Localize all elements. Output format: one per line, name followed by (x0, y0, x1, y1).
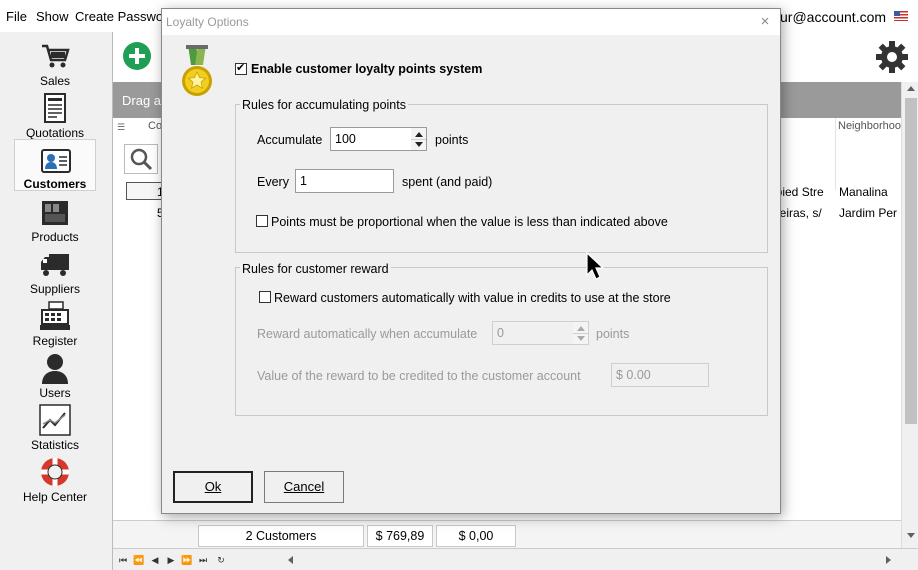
cash-register-icon (40, 301, 70, 330)
sidebar-item-users[interactable]: Users (14, 352, 96, 404)
customer-count: 2 Customers (198, 525, 364, 547)
prev-record-button[interactable]: ◀ (147, 553, 163, 567)
search-filter-button[interactable] (124, 144, 158, 174)
cancel-button[interactable]: Cancel (264, 471, 344, 503)
spin-down-arrow-icon[interactable] (577, 336, 585, 341)
column-header-code[interactable]: Co (148, 120, 162, 132)
record-navigator: ⏮ ⏪ ◀ ▶ ⏩ ⏭ ↻ (113, 548, 918, 570)
loyalty-options-dialog: Loyalty Options × Enable customer loyalt… (161, 8, 781, 514)
cell-street[interactable]: beiras, s/ (773, 206, 833, 220)
scroll-down-arrow-icon[interactable] (907, 533, 915, 538)
reward-value-label: Value of the reward to be credited to th… (257, 369, 581, 383)
account-email: ur@account.com (780, 9, 887, 25)
truck-icon (41, 254, 69, 276)
sidebar-item-label: Customers (23, 177, 87, 191)
accumulate-points-input[interactable]: 100 (330, 127, 412, 151)
sidebar-item-suppliers[interactable]: Suppliers (14, 248, 96, 300)
scroll-right-arrow-icon[interactable] (886, 556, 891, 564)
menu-create-password[interactable]: Create Password (75, 9, 175, 24)
every-amount-input[interactable]: 1 (295, 169, 394, 193)
search-icon (130, 148, 153, 171)
enable-loyalty-checkbox[interactable] (235, 61, 247, 75)
proportional-points-label[interactable]: Points must be proportional when the val… (271, 215, 668, 229)
column-header-neighborhood[interactable]: Neighborhoo (838, 120, 901, 132)
menu-file[interactable]: File (6, 9, 27, 24)
chart-icon (39, 404, 71, 436)
sidebar-item-products[interactable]: Products (14, 196, 96, 248)
sidebar-item-label: Products (31, 230, 79, 244)
sidebar-item-quotations[interactable]: Quotations (14, 92, 96, 144)
points-label: points (435, 133, 469, 147)
sidebar-item-customers[interactable]: Customers (14, 139, 96, 191)
column-divider (835, 118, 836, 190)
ok-button-label: Ok (204, 479, 222, 494)
refresh-icon[interactable]: ↻ (213, 553, 229, 567)
enable-loyalty-label[interactable]: Enable customer loyalty points system (251, 62, 482, 76)
vertical-scrollbar[interactable] (901, 82, 918, 552)
sidebar: Sales Quotations Customers Products Supp… (0, 32, 112, 570)
column-chooser-icon[interactable]: ☰ (117, 122, 125, 132)
accumulate-points-spinner[interactable] (411, 127, 427, 151)
user-icon (42, 354, 68, 384)
cell-street[interactable]: ipied Stre (773, 185, 833, 199)
lifebuoy-icon (41, 458, 69, 486)
next-page-button[interactable]: ⏩ (179, 553, 195, 567)
auto-reward-checkbox[interactable] (259, 291, 271, 303)
proportional-points-checkbox[interactable] (256, 215, 268, 227)
medal-icon (182, 45, 212, 96)
mouse-cursor-icon (586, 252, 605, 280)
spin-up-arrow-icon[interactable] (415, 132, 423, 137)
spent-label: spent (and paid) (402, 175, 493, 189)
cell-neighborhood[interactable]: Manalina (839, 185, 901, 199)
accumulate-label: Accumulate (257, 133, 323, 147)
cart-icon (42, 44, 70, 68)
sidebar-item-statistics[interactable]: Statistics (14, 404, 96, 456)
total-amount: $ 769,89 (367, 525, 433, 547)
sidebar-item-help-center[interactable]: Help Center (14, 456, 96, 508)
dialog-titlebar[interactable]: Loyalty Options × (162, 9, 780, 35)
cell-neighborhood[interactable]: Jardim Per (839, 206, 901, 220)
close-icon[interactable]: × (756, 13, 774, 31)
reward-threshold-input[interactable]: 0 (492, 321, 574, 345)
sidebar-item-sales[interactable]: Sales (14, 40, 96, 92)
sidebar-item-label: Help Center (22, 490, 88, 504)
last-record-button[interactable]: ⏭ (195, 553, 211, 567)
every-label: Every (257, 175, 289, 189)
sidebar-item-register[interactable]: Register (14, 300, 96, 352)
sidebar-item-label: Suppliers (29, 282, 81, 296)
dialog-title: Loyalty Options (166, 15, 249, 29)
add-customer-button[interactable] (123, 42, 151, 70)
reward-points-label: points (596, 327, 630, 341)
first-record-button[interactable]: ⏮ (115, 553, 131, 567)
sidebar-item-label: Register (32, 334, 78, 348)
sidebar-item-label: Quotations (25, 126, 85, 140)
reward-value-input[interactable]: $ 0.00 (611, 363, 709, 387)
summary-footer: 2 Customers $ 769,89 $ 0,00 (113, 520, 901, 548)
accumulating-rules-title: Rules for accumulating points (240, 98, 408, 112)
reward-threshold-spinner[interactable] (573, 321, 589, 345)
menu-show[interactable]: Show (36, 9, 69, 24)
auto-reward-label[interactable]: Reward customers automatically with valu… (274, 291, 671, 305)
sidebar-item-label: Users (39, 386, 71, 400)
next-record-button[interactable]: ▶ (163, 553, 179, 567)
group-panel-text: Drag a (122, 93, 162, 108)
customer-card-icon (41, 149, 71, 173)
box-icon (42, 201, 68, 225)
scroll-up-arrow-icon[interactable] (907, 86, 915, 91)
cancel-button-label: Cancel (283, 479, 325, 494)
scroll-thumb[interactable] (905, 98, 917, 424)
sidebar-item-label: Statistics (30, 438, 79, 452)
prev-page-button[interactable]: ⏪ (131, 553, 147, 567)
gear-icon[interactable] (875, 40, 909, 74)
ok-button[interactable]: Ok (173, 471, 253, 503)
us-flag-icon[interactable] (894, 11, 908, 21)
spin-up-arrow-icon[interactable] (577, 326, 585, 331)
sidebar-item-label: Sales (39, 74, 71, 88)
spin-down-arrow-icon[interactable] (415, 142, 423, 147)
credit-amount: $ 0,00 (436, 525, 516, 547)
reward-rules-title: Rules for customer reward (240, 262, 391, 276)
document-icon (44, 93, 66, 123)
scroll-left-arrow-icon[interactable] (288, 556, 293, 564)
reward-when-label: Reward automatically when accumulate (257, 327, 478, 341)
